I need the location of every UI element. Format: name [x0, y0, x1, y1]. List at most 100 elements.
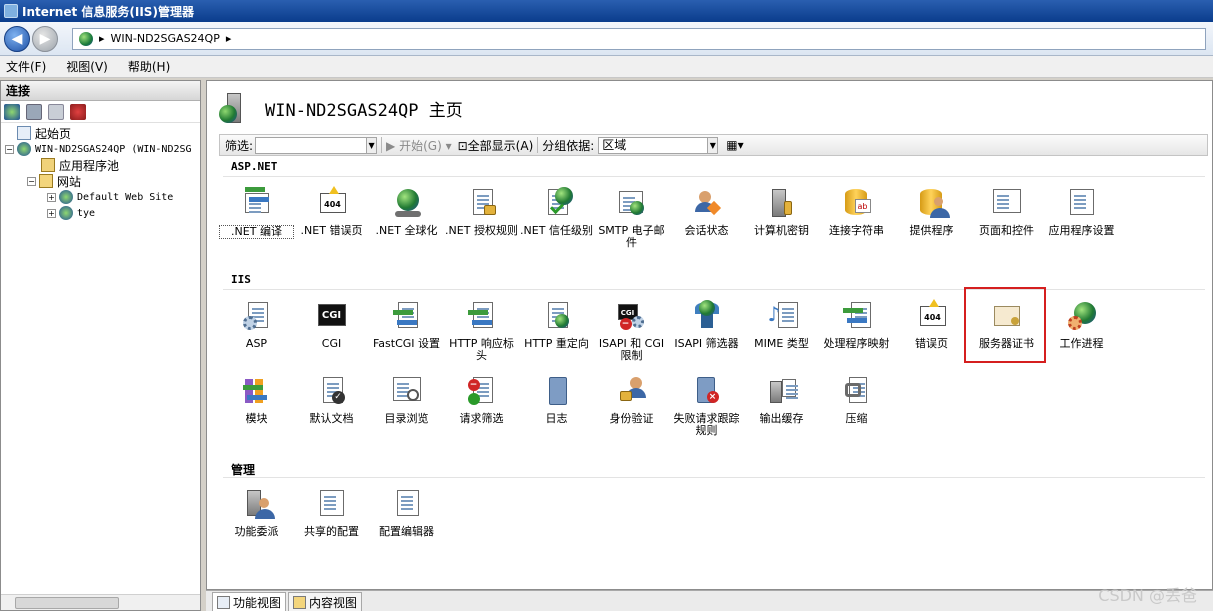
feature-providers[interactable]: 提供程序	[894, 187, 969, 237]
feature-connection-strings[interactable]: ab 连接字符串	[819, 187, 894, 237]
back-button[interactable]: ◀	[4, 25, 30, 52]
group-by-select[interactable]: 区域	[598, 136, 709, 154]
tab-features-view[interactable]: 功能视图	[212, 592, 287, 611]
feature-http-redirect[interactable]: HTTP 重定向	[519, 300, 594, 350]
feature-mime-types[interactable]: ♪ MIME 类型	[744, 300, 819, 350]
disconnect-icon[interactable]	[70, 103, 86, 120]
feature-output-caching[interactable]: 输出缓存	[744, 375, 819, 425]
feature-fastcgi[interactable]: FastCGI 设置	[369, 300, 444, 350]
connections-toolbar	[1, 101, 200, 123]
feature-machine-key[interactable]: 计算机密钥	[744, 187, 819, 237]
feature-http-response-headers[interactable]: HTTP 响应标头	[444, 300, 519, 362]
feature-directory-browsing[interactable]: 目录浏览	[369, 375, 444, 425]
scrollbar-thumb[interactable]	[15, 597, 119, 609]
feature-dotnet-compile[interactable]: .NET 编译	[219, 187, 294, 239]
highlight-server-certificates	[964, 287, 1046, 363]
forward-button[interactable]: ▶	[32, 25, 58, 52]
app-pool-icon	[41, 158, 55, 172]
view-tabs: 功能视图 内容视图	[206, 590, 1213, 611]
tree-item-default-web-site[interactable]: + Default Web Site	[1, 189, 200, 205]
up-level-icon[interactable]	[48, 103, 64, 120]
feature-isapi-cgi-restrictions[interactable]: CGI − ISAPI 和 CGI 限制	[594, 300, 669, 362]
window-titlebar: Internet 信息服务(IIS)管理器	[0, 0, 1213, 22]
collapse-toggle[interactable]: −	[5, 144, 14, 154]
show-all-button[interactable]: ⊡全部显示(A)	[458, 137, 534, 154]
address-arrow-2: ▸	[225, 32, 232, 45]
iis-app-icon	[4, 4, 18, 18]
feature-isapi-filters[interactable]: ISAPI 筛选器	[669, 300, 744, 350]
feature-shared-configuration[interactable]: 共享的配置	[294, 488, 369, 538]
connections-tree: 起始页 − WIN-ND2SGAS24QP (WIN-ND2SG 应用程序池 −…	[1, 123, 200, 221]
tree-item-sites[interactable]: − 网站	[1, 173, 200, 189]
feature-cgi[interactable]: CGI CGI	[294, 300, 369, 350]
section-aspnet: ASP.NET	[223, 160, 1205, 177]
tab-content-view[interactable]: 内容视图	[288, 592, 363, 611]
features-pane: WIN-ND2SGAS24QP 主页 筛选: ▼ ▶ 开始(G) ▾ ⊡全部显示…	[206, 80, 1213, 590]
menu-help[interactable]: 帮助(H)	[128, 58, 170, 75]
menu-view[interactable]: 视图(V)	[66, 58, 108, 75]
feature-dotnet-error-pages[interactable]: 404 .NET 错误页	[294, 186, 369, 237]
horizontal-scrollbar[interactable]	[1, 594, 200, 610]
features-view-icon	[217, 595, 230, 609]
view-mode-button[interactable]: ▦▾	[726, 138, 743, 152]
collapse-toggle[interactable]: −	[27, 176, 36, 186]
section-manage: 管理	[223, 461, 1205, 478]
feature-handler-mappings[interactable]: 处理程序映射	[819, 300, 894, 350]
home-header: WIN-ND2SGAS24QP 主页	[219, 91, 463, 125]
feature-logging[interactable]: 日志	[519, 375, 594, 425]
expand-toggle[interactable]: +	[47, 208, 56, 218]
feature-modules[interactable]: 模块	[219, 375, 294, 425]
website-globe-icon	[59, 206, 73, 220]
connections-header: 连接	[1, 81, 200, 101]
filter-dropdown-button[interactable]: ▼	[367, 136, 378, 154]
menu-file[interactable]: 文件(F)	[6, 58, 46, 75]
address-bar: ◀ ▶ ▸ WIN-ND2SGAS24QP ▸	[0, 22, 1213, 56]
feature-error-pages[interactable]: 404 错误页	[894, 299, 969, 350]
feature-feature-delegation[interactable]: 功能委派	[219, 488, 294, 538]
server-globe-icon	[79, 31, 93, 46]
tree-item-app-pools[interactable]: 应用程序池	[1, 157, 200, 173]
feature-dotnet-authorization[interactable]: .NET 授权规则	[444, 187, 519, 237]
menu-bar: 文件(F) 视图(V) 帮助(H)	[0, 56, 1213, 78]
website-globe-icon	[59, 190, 73, 204]
address-box[interactable]: ▸ WIN-ND2SGAS24QP ▸	[72, 27, 1206, 50]
window-title: Internet 信息服务(IIS)管理器	[22, 4, 194, 19]
feature-worker-processes[interactable]: 工作进程	[1044, 300, 1119, 350]
section-iis: IIS	[223, 273, 1205, 290]
tree-item-start-page[interactable]: 起始页	[1, 125, 200, 141]
start-page-icon	[17, 126, 31, 140]
page-title: WIN-ND2SGAS24QP 主页	[265, 100, 463, 121]
feature-pages-controls[interactable]: 页面和控件	[969, 187, 1044, 237]
sites-folder-icon	[39, 174, 53, 188]
start-filter-button[interactable]: ▶ 开始(G) ▾	[386, 137, 452, 154]
feature-failed-request-tracing[interactable]: × 失败请求跟踪规则	[669, 375, 744, 437]
feature-asp[interactable]: ASP	[219, 300, 294, 350]
feature-request-filtering[interactable]: − 请求筛选	[444, 375, 519, 425]
feature-default-document[interactable]: ✓ 默认文档	[294, 375, 369, 425]
tree-item-server[interactable]: − WIN-ND2SGAS24QP (WIN-ND2SG	[1, 141, 200, 157]
feature-authentication[interactable]: 身份验证	[594, 375, 669, 425]
content-view-icon	[293, 595, 307, 609]
feature-compression[interactable]: 压缩	[819, 375, 894, 425]
group-by-label: 分组依据:	[542, 138, 595, 153]
feature-dotnet-globalization[interactable]: .NET 全球化	[369, 187, 444, 237]
server-home-icon	[219, 91, 251, 125]
connect-globe-icon[interactable]	[4, 103, 20, 120]
filter-input[interactable]	[255, 136, 368, 154]
group-by-dropdown-button[interactable]: ▼	[708, 136, 719, 154]
feature-dotnet-trust-levels[interactable]: .NET 信任级别	[519, 187, 594, 237]
connections-pane: 连接 起始页 − WIN-ND2SGAS24QP (WIN-ND2SG 应用程序…	[0, 80, 201, 611]
save-icon[interactable]	[26, 103, 42, 120]
tree-item-tye[interactable]: + tye	[1, 205, 200, 221]
server-icon	[17, 142, 31, 156]
feature-app-settings[interactable]: 应用程序设置	[1044, 187, 1119, 237]
filter-label: 筛选:	[225, 138, 254, 153]
feature-configuration-editor[interactable]: 配置编辑器	[369, 488, 444, 538]
watermark: CSDN @丢爸	[1098, 586, 1197, 605]
expand-toggle[interactable]: +	[47, 192, 56, 202]
filter-bar: 筛选: ▼ ▶ 开始(G) ▾ ⊡全部显示(A) 分组依据: 区域 ▼ ▦▾	[219, 134, 1208, 156]
address-path[interactable]: WIN-ND2SGAS24QP	[111, 32, 220, 45]
address-arrow: ▸	[99, 32, 105, 45]
feature-smtp-email[interactable]: SMTP 电子邮件	[594, 187, 669, 249]
feature-session-state[interactable]: 会话状态	[669, 187, 744, 237]
